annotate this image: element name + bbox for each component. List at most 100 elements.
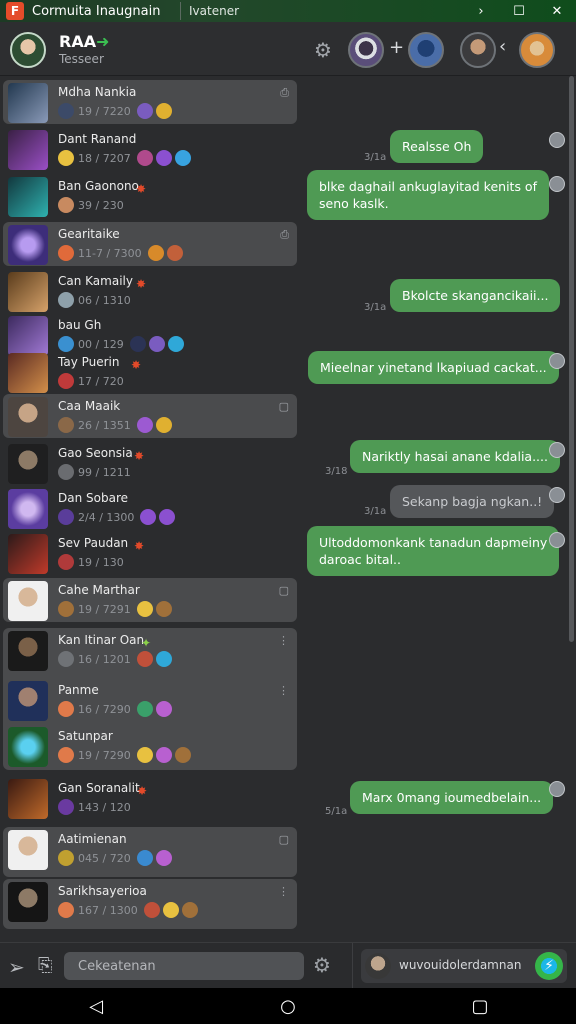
send-icon[interactable]: ➢ [8, 955, 25, 979]
pin-icon[interactable]: ⎙ [280, 228, 289, 242]
flame-icon: ✸ [136, 182, 147, 196]
chat-row[interactable]: Sarikhsayerioa 167 / 1300 ⋮ [3, 879, 297, 929]
gear-icon[interactable]: ⚙ [314, 38, 332, 62]
messenger-icon[interactable]: ⚡ [535, 952, 563, 980]
chat-name: Sev Paudan [58, 536, 129, 550]
contact-avatar[interactable] [348, 32, 384, 68]
leaf-icon: ✦ [141, 636, 152, 650]
sender-avatar [549, 781, 565, 797]
title-bar: F Cormuita Inaugnain Ivatener › ☐ ✕ [0, 0, 576, 22]
chat-row[interactable]: Sev Paudan ✸ 19 / 130 [3, 531, 297, 575]
divider [352, 943, 353, 989]
message-bubble[interactable]: Mieelnar yinetand lkapiuad cackat... [308, 351, 559, 384]
sender-avatar [549, 353, 565, 369]
emoji-icon [155, 601, 172, 617]
sender-avatar [549, 532, 565, 548]
chat-row[interactable]: Gearitaike 11-7 / 7300 ⎙ [3, 222, 297, 266]
message-bubble[interactable]: blke daghail ankuglayitad kenits of seno… [307, 170, 549, 220]
chat-row[interactable]: Mdha Nankia 19 / 7220 ⎙ [3, 80, 297, 124]
emoji-icon [136, 701, 153, 717]
chat-row[interactable]: Tay Puerin ✸ 17 / 720 [3, 350, 297, 394]
pin-icon[interactable]: ⎙ [280, 86, 289, 100]
chat-row[interactable]: Dant Ranand 18 / 7207 [3, 127, 297, 171]
chat-row[interactable]: Kan Itinar Oan ✦ 16 / 1201 ⋮ Panme 16 / … [3, 628, 297, 770]
chat-name: Panme [58, 683, 99, 697]
message-text: blke daghail ankuglayitad kenits of [319, 179, 537, 194]
chat-time: 2/4 / 1300 [78, 510, 135, 524]
emoji-picker-icon[interactable]: ⚙ [313, 953, 331, 977]
emoji-icon [155, 417, 172, 433]
message-time: 5/1a [325, 806, 348, 817]
chat-time: 143 / 120 [78, 800, 131, 814]
chat-name: Tay Puerin [58, 355, 120, 369]
back-icon[interactable]: ‹ [499, 36, 506, 57]
message-input[interactable] [64, 952, 304, 980]
status-badge [58, 799, 74, 815]
message-bubble[interactable]: Marx 0mang ioumedbelain... [350, 781, 554, 814]
list-item[interactable]: Satunpar 19 / 7290 [3, 724, 297, 770]
forward-button[interactable]: › [462, 0, 500, 22]
sender-avatar [549, 442, 565, 458]
avatar [8, 581, 48, 621]
chat-row[interactable]: Cahe Marthar 19 / 7291 ▢ [3, 578, 297, 622]
chat-name: Kan Itinar Oan [58, 633, 145, 647]
contact-avatar[interactable] [408, 32, 444, 68]
square-icon[interactable]: ▢ [279, 833, 289, 846]
square-icon[interactable]: ▢ [279, 584, 289, 597]
list-item[interactable]: Panme 16 / 7290 ⋮ [3, 678, 297, 724]
system-nav-bar: ◁ ○ ▢ [0, 988, 576, 1024]
more-icon[interactable]: ⋮ [278, 684, 289, 697]
message-bubble[interactable]: Sekanp bagja ngkan..! [390, 485, 555, 518]
active-contact-chip[interactable]: wuvouidolerdamnan ⚡ [361, 949, 567, 983]
chat-name: Caa Maaik [58, 399, 121, 413]
nav-home-icon[interactable]: ○ [258, 996, 318, 1017]
chat-row[interactable]: Ban Gaonono ✸ 39 / 230 [3, 174, 297, 218]
emoji-icon [140, 509, 157, 525]
status-badge [58, 651, 74, 667]
chat-time: 39 / 230 [78, 198, 124, 212]
message-bubble[interactable]: Nariktly hasai anane kdalia.... [350, 440, 560, 473]
chat-row[interactable]: Dan Sobare 2/4 / 1300 [3, 486, 297, 530]
contact-avatar[interactable] [519, 32, 555, 68]
message-bubble[interactable]: Ultoddomonkank tanadun dapmeiny daroac b… [307, 526, 560, 576]
list-item[interactable]: Kan Itinar Oan ✦ 16 / 1201 ⋮ [3, 628, 297, 674]
message-bubble[interactable]: Realsse Oh [390, 130, 484, 163]
message-bubble[interactable]: Bkolcte skangancikaii... [390, 279, 561, 312]
close-button[interactable]: ✕ [538, 0, 576, 22]
add-icon[interactable]: + [389, 37, 404, 58]
emoji-icon [58, 747, 74, 763]
chat-time: 18 / 7207 [78, 151, 131, 165]
emoji-icon [159, 509, 176, 525]
emoji-icon [147, 245, 164, 261]
flame-icon: ✸ [136, 277, 147, 291]
profile-avatar[interactable] [10, 32, 46, 68]
chat-row[interactable]: Gan Soranalit ✸ 143 / 120 [3, 776, 297, 820]
chat-header: RAA ➜ Tesseer ⚙ + ‹ [0, 22, 576, 76]
emoji-icon [174, 150, 191, 166]
scrollbar[interactable] [569, 76, 574, 642]
more-icon[interactable]: ⋮ [278, 885, 289, 898]
chat-time: 16 / 1201 [78, 652, 131, 666]
flame-icon: ✸ [137, 784, 148, 798]
chat-meta: 18 / 7207 [58, 150, 194, 166]
chat-time: 00 / 129 [78, 337, 124, 351]
chat-row[interactable]: Caa Maaik 26 / 1351 ▢ [3, 394, 297, 438]
nav-back-icon[interactable]: ◁ [66, 996, 126, 1017]
contact-avatar[interactable] [460, 32, 496, 68]
avatar [8, 397, 48, 437]
maximize-button[interactable]: ☐ [500, 0, 538, 22]
emoji-icon [58, 701, 74, 717]
status-badge [58, 103, 74, 119]
square-icon[interactable]: ▢ [279, 400, 289, 413]
chat-row[interactable]: Can Kamaily ✸ 06 / 1310 [3, 269, 297, 313]
nav-recents-icon[interactable]: ▢ [450, 996, 510, 1017]
chat-name: Dant Ranand [58, 132, 137, 146]
chat-meta: 16 / 1201 [58, 651, 175, 667]
attach-icon[interactable]: ⎘ [38, 955, 52, 976]
more-icon[interactable]: ⋮ [278, 634, 289, 647]
chat-time: 19 / 7220 [78, 104, 131, 118]
chat-row[interactable]: Gao Seonsia ✸ 99 / 1211 [3, 441, 297, 485]
chat-row[interactable]: Aatimienan 045 / 720 ▢ [3, 827, 297, 877]
chat-meta: 11-7 / 7300 [58, 245, 186, 261]
status-badge [58, 292, 74, 308]
